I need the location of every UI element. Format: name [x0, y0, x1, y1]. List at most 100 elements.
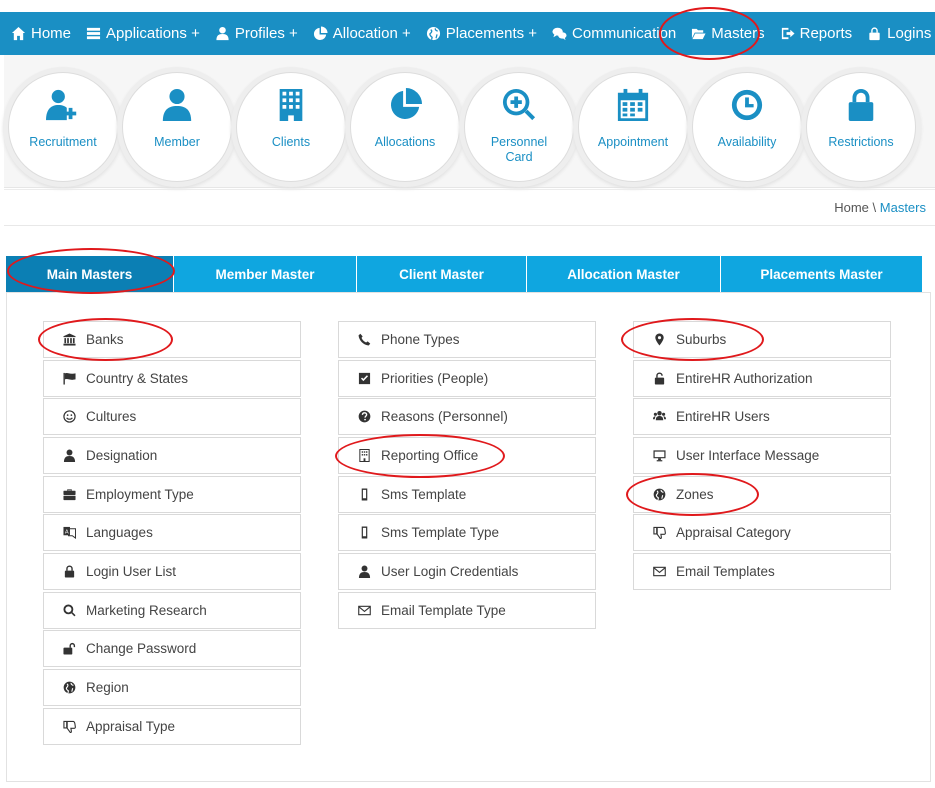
- master-sms-template-type[interactable]: Sms Template Type: [338, 514, 596, 551]
- folder-open-icon: [690, 26, 707, 41]
- nav-placements[interactable]: Placements +: [425, 25, 537, 42]
- master-employment-type[interactable]: Employment Type: [43, 476, 301, 513]
- master-cultures[interactable]: Cultures: [43, 398, 301, 435]
- globe-icon: [650, 488, 668, 502]
- search-icon: [60, 604, 78, 618]
- envelope-icon: [650, 565, 668, 579]
- nav-reports[interactable]: Reports: [779, 25, 852, 42]
- user-icon: [60, 449, 78, 463]
- nav-home[interactable]: Home: [10, 25, 71, 42]
- desktop-icon: [650, 449, 668, 463]
- nav-communication[interactable]: Communication: [551, 25, 676, 42]
- master-zones[interactable]: Zones: [633, 476, 891, 513]
- master-region[interactable]: Region: [43, 669, 301, 706]
- quick-restrictions[interactable]: Restrictions: [806, 72, 916, 182]
- nav-masters[interactable]: Masters: [690, 25, 765, 42]
- tab-allocation-master[interactable]: Allocation Master: [527, 256, 721, 292]
- clock-icon: [729, 87, 765, 123]
- smile-icon: [60, 410, 78, 424]
- nav-applications[interactable]: Applications +: [85, 25, 200, 42]
- globe-icon: [425, 26, 442, 41]
- master-banks[interactable]: Banks: [43, 321, 301, 358]
- tab-member-master[interactable]: Member Master: [174, 256, 357, 292]
- nav-profiles[interactable]: Profiles +: [214, 25, 298, 42]
- user-plus-icon: [45, 87, 81, 123]
- chat-icon: [551, 26, 568, 41]
- master-suburbs[interactable]: Suburbs: [633, 321, 891, 358]
- briefcase-icon: [60, 488, 78, 502]
- quick-availability[interactable]: Availability: [692, 72, 802, 182]
- building-icon: [355, 449, 373, 463]
- quick-access-bar: Recruitment Member Clients Allocations P…: [4, 55, 935, 188]
- question-circle-icon: [355, 410, 373, 424]
- nav-allocation[interactable]: Allocation +: [312, 25, 411, 42]
- users-icon: [650, 410, 668, 424]
- svg-text:A: A: [64, 529, 68, 535]
- search-plus-icon: [501, 87, 537, 123]
- master-user-login-credentials[interactable]: User Login Credentials: [338, 553, 596, 590]
- breadcrumb: Home \ Masters: [834, 200, 926, 215]
- unlock-icon: [650, 372, 668, 386]
- master-designation[interactable]: Designation: [43, 437, 301, 474]
- bank-icon: [60, 333, 78, 347]
- envelope-icon: [355, 604, 373, 618]
- master-languages[interactable]: A Languages: [43, 514, 301, 551]
- quick-clients[interactable]: Clients: [236, 72, 346, 182]
- tab-client-master[interactable]: Client Master: [357, 256, 527, 292]
- calendar-icon: [615, 87, 651, 123]
- unlock-icon: [60, 642, 78, 656]
- master-reasons-personnel[interactable]: Reasons (Personnel): [338, 398, 596, 435]
- top-navbar: Home Applications + Profiles + Allocatio…: [0, 12, 935, 55]
- user-icon: [214, 26, 231, 41]
- globe-icon: [60, 681, 78, 695]
- quick-recruitment[interactable]: Recruitment: [8, 72, 118, 182]
- lock-icon: [60, 565, 78, 579]
- quick-appointment[interactable]: Appointment: [578, 72, 688, 182]
- phone-icon: [355, 333, 373, 347]
- master-entirehr-authorization[interactable]: EntireHR Authorization: [633, 360, 891, 397]
- master-email-templates[interactable]: Email Templates: [633, 553, 891, 590]
- master-user-interface-message[interactable]: User Interface Message: [633, 437, 891, 474]
- nav-logins[interactable]: Logins +: [866, 25, 935, 42]
- lock-icon: [866, 26, 883, 41]
- divider: [4, 189, 935, 190]
- breadcrumb-current: Masters: [879, 200, 926, 215]
- thumbs-down-icon: [650, 526, 668, 540]
- pie-icon: [312, 26, 329, 41]
- master-change-password[interactable]: Change Password: [43, 630, 301, 667]
- building-icon: [273, 87, 309, 123]
- master-priorities-people[interactable]: Priorities (People): [338, 360, 596, 397]
- thumbs-down-icon: [60, 720, 78, 734]
- master-reporting-office[interactable]: Reporting Office: [338, 437, 596, 474]
- mobile-icon: [355, 526, 373, 540]
- master-appraisal-category[interactable]: Appraisal Category: [633, 514, 891, 551]
- check-square-icon: [355, 372, 373, 386]
- master-login-user-list[interactable]: Login User List: [43, 553, 301, 590]
- breadcrumb-home[interactable]: Home: [834, 200, 869, 215]
- list-icon: [85, 26, 102, 41]
- divider: [4, 225, 935, 226]
- master-sms-template[interactable]: Sms Template: [338, 476, 596, 513]
- master-marketing-research[interactable]: Marketing Research: [43, 592, 301, 629]
- quick-member[interactable]: Member: [122, 72, 232, 182]
- master-appraisal-type[interactable]: Appraisal Type: [43, 708, 301, 745]
- master-phone-types[interactable]: Phone Types: [338, 321, 596, 358]
- mobile-icon: [355, 488, 373, 502]
- language-icon: A: [60, 526, 78, 540]
- master-country-states[interactable]: Country & States: [43, 360, 301, 397]
- share-icon: [779, 26, 796, 41]
- master-entirehr-users[interactable]: EntireHR Users: [633, 398, 891, 435]
- pie-icon: [387, 87, 423, 123]
- quick-allocations[interactable]: Allocations: [350, 72, 460, 182]
- user-icon: [159, 87, 195, 123]
- master-email-template-type[interactable]: Email Template Type: [338, 592, 596, 629]
- tab-main-masters[interactable]: Main Masters: [6, 256, 174, 292]
- lock-icon: [843, 87, 879, 123]
- map-marker-icon: [650, 333, 668, 347]
- flag-icon: [60, 372, 78, 386]
- home-icon: [10, 26, 27, 41]
- user-icon: [355, 565, 373, 579]
- quick-personnel-card[interactable]: Personnel Card: [464, 72, 574, 182]
- masters-tabs: Main Masters Member Master Client Master…: [6, 256, 922, 292]
- tab-placements-master[interactable]: Placements Master: [721, 256, 922, 292]
